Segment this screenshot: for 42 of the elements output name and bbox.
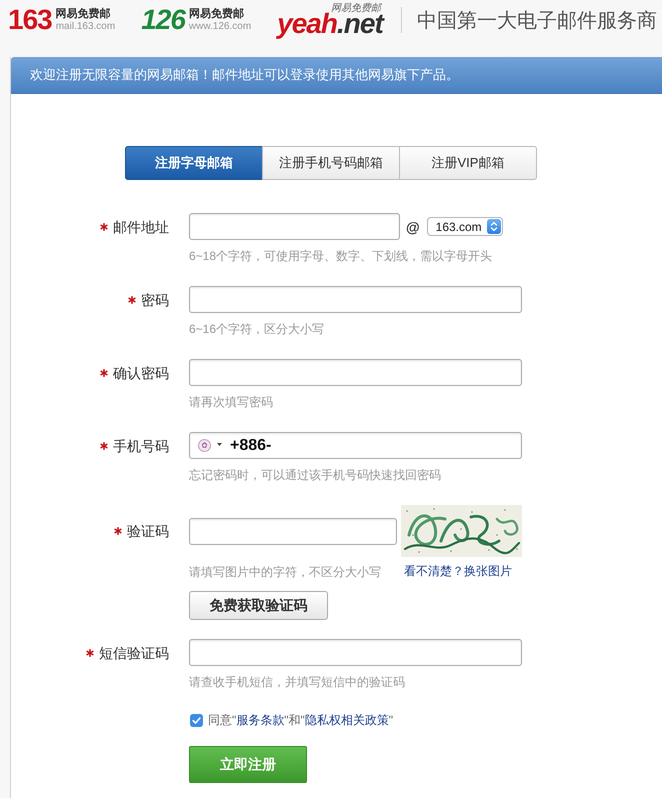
tab[interactable]: 注册手机号码邮箱 [262, 146, 400, 180]
field-hint: 请查收手机短信，并填写短信中的验证码 [189, 675, 406, 689]
agreement-text: 同意"服务条款"和"隐私权相关政策" [208, 712, 394, 728]
logo-domain: www.126.com [188, 20, 252, 32]
policy-link[interactable]: 服务条款 [236, 713, 284, 727]
email-field[interactable] [189, 213, 400, 240]
logo-tagline: 网易免费邮 [56, 8, 112, 20]
field-hint: 6~16个字符，区分大小写 [189, 322, 326, 336]
logo-domain: mail.163.com [56, 20, 116, 32]
at-sign: @ [406, 218, 420, 234]
logo-suffix: .net [336, 12, 383, 36]
field-label: 短信验证码 [99, 644, 169, 660]
confirm-password-field[interactable] [189, 359, 522, 386]
field-label: 邮件地址 [113, 218, 169, 234]
field-hint: 忘记密码时，可以通过该手机号码快速找回密码 [189, 468, 442, 482]
logo-tagline: 网易免费邮 [188, 8, 245, 20]
logo-wordmark: 163 [8, 6, 52, 34]
tab[interactable]: 注册字母邮箱 [125, 146, 263, 180]
refresh-captcha-link[interactable]: 看不清楚？换张图片 [404, 563, 512, 580]
logo-tagline: 网易免费邮 [330, 4, 381, 14]
tab[interactable]: 注册VIP邮箱 [399, 146, 537, 180]
field-hint: 请填写图片中的字符，不区分大小写 [189, 564, 382, 578]
field-label: 手机号码 [113, 438, 169, 454]
stepper-icon [486, 219, 501, 234]
agree-checkbox[interactable] [190, 714, 203, 726]
field-label: 验证码 [127, 523, 169, 539]
sms-code-field[interactable] [189, 639, 522, 666]
password-field[interactable] [189, 286, 522, 313]
phone-field[interactable]: +886- [189, 432, 522, 459]
field-hint: 请再次填写密码 [189, 395, 274, 409]
slogan-text: 中国第一大电子邮件服务商 [416, 8, 657, 34]
caret-icon[interactable] [217, 442, 222, 446]
field-label: 确认密码 [113, 364, 169, 380]
policy-link[interactable]: 隐私权相关政策 [304, 713, 389, 727]
captcha-field[interactable] [189, 518, 397, 544]
welcome-banner: 欢迎注册无限容量的网易邮箱！邮件地址可以登录使用其他网易旗下产品。 [11, 57, 662, 94]
country-flag-icon[interactable] [198, 439, 211, 452]
field-hint: 6~18个字符，可使用字母、数字、下划线，需以字母开头 [189, 249, 494, 263]
domain-select[interactable]: 163.com [426, 217, 503, 236]
get-code-button[interactable]: 免费获取验证码 [189, 591, 328, 620]
logo-wordmark: 126 [141, 6, 185, 34]
field-label: 密码 [141, 292, 169, 308]
